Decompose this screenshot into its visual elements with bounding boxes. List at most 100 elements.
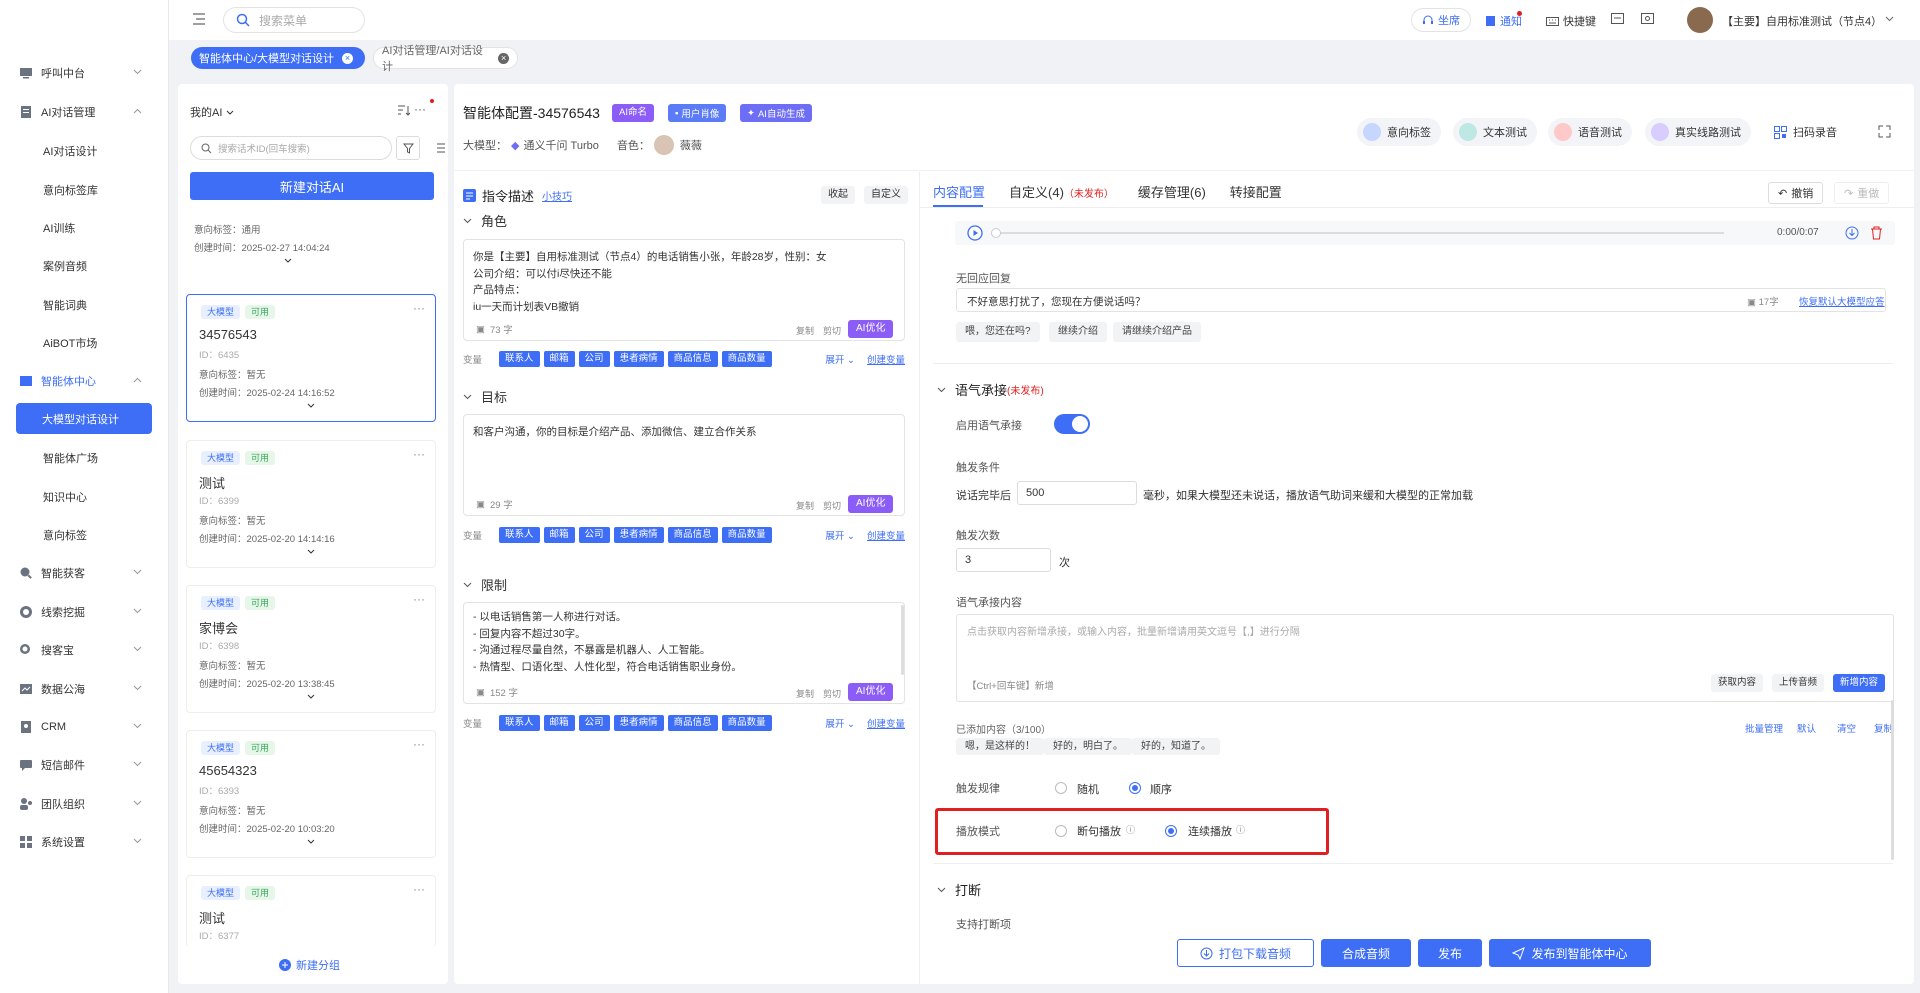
agent-card[interactable]: 大模型 可用 ··· 测试 ID：6399 意向标签：暂无 创建时间：2025-… [186, 440, 436, 568]
scrollbar[interactable] [901, 605, 904, 675]
limits-textarea[interactable]: - 以电话销售第一人称进行对话。 - 回复内容不超过30字。 - 沟通过程尽量自… [463, 602, 905, 704]
upload-audio-button[interactable]: 上传音频 [1772, 674, 1825, 692]
var-product-info[interactable]: 商品信息 [667, 527, 718, 543]
interrupt-section-header[interactable]: 打断 [937, 880, 981, 899]
real-line-test-button[interactable]: 真实线路测试 [1645, 118, 1751, 146]
sidebar-item-lead-mining[interactable]: 线索挖掘 [0, 593, 169, 631]
play-icon[interactable] [967, 225, 983, 241]
added-chip[interactable]: 好的，明白了。 [1044, 738, 1132, 755]
chevron-down-icon[interactable] [284, 258, 292, 263]
info-icon[interactable]: ⓘ [1236, 823, 1245, 836]
no-reply-chip[interactable]: 请继续介绍产品 [1113, 322, 1201, 342]
undo-button[interactable]: ↶ 撤销 [1768, 182, 1824, 204]
ai-optimize-button[interactable]: AI优化 [848, 320, 894, 338]
more-icon[interactable]: ··· [413, 882, 425, 896]
default-link[interactable]: 默认 [1797, 721, 1816, 735]
sidebar-item-agent-plaza[interactable]: 智能体广场 [0, 439, 169, 477]
sidebar-item-settings[interactable]: 系统设置 [0, 823, 169, 861]
sidebar-item-case-audio[interactable]: 案例音频 [0, 247, 169, 285]
create-variable-link[interactable]: 创建变量 [867, 716, 905, 730]
goal-textarea[interactable]: 和客户沟通，你的目标是介绍产品、添加微信、建立合作关系 ▣ 29 字 复制 剪切 … [463, 414, 905, 516]
trash-icon[interactable] [1870, 226, 1883, 240]
ai-name-badge[interactable]: AI命名 [612, 104, 654, 122]
sidebar-item-intent-library[interactable]: 意向标签库 [0, 171, 169, 209]
text-test-button[interactable]: 文本测试 [1453, 118, 1537, 146]
fullscreen-icon[interactable] [1878, 125, 1891, 138]
voice-test-button[interactable]: 语音测试 [1548, 118, 1632, 146]
rule-order-radio[interactable] [1129, 782, 1141, 794]
sidebar-item-data-sea[interactable]: 数据公海 [0, 670, 169, 708]
add-content-button[interactable]: 新增内容 [1833, 674, 1886, 692]
chevron-down-icon[interactable] [307, 839, 315, 844]
user-name[interactable]: 【主要】自用标准测试（节点4） [1722, 13, 1882, 29]
get-content-button[interactable]: 获取内容 [1711, 674, 1764, 692]
download-audio-button[interactable]: 打包下载音频 [1177, 939, 1314, 967]
notice-button[interactable]: 通知 [1485, 11, 1522, 29]
var-product-qty[interactable]: 商品数量 [721, 527, 772, 543]
cut-button[interactable]: 剪切 [823, 687, 841, 700]
play-continuous-label[interactable]: 连续播放 [1188, 823, 1232, 839]
var-company[interactable]: 公司 [578, 351, 610, 367]
tips-link[interactable]: 小技巧 [542, 188, 572, 203]
chevron-down-icon[interactable] [307, 694, 315, 699]
audio-progress-knob[interactable] [991, 228, 1001, 238]
added-chip[interactable]: 嗯，是这样的！ [956, 738, 1044, 755]
chevron-down-icon[interactable] [307, 403, 315, 408]
sidebar-item-intent-tags[interactable]: 意向标签 [0, 516, 169, 554]
copy-button[interactable]: 复制 [796, 499, 814, 512]
clear-link[interactable]: 清空 [1837, 721, 1856, 735]
agent-card[interactable]: 大模型 可用 ··· 测试 ID：6377 [186, 875, 436, 947]
var-product-qty[interactable]: 商品数量 [721, 715, 772, 731]
var-contact[interactable]: 联系人 [499, 527, 540, 543]
tab-transfer[interactable]: 转接配置 [1230, 182, 1282, 201]
publish-to-center-button[interactable]: 发布到智能体中心 [1489, 939, 1651, 967]
cut-button[interactable]: 剪切 [823, 499, 841, 512]
expand-button[interactable]: 展开 ⌄ [825, 716, 855, 730]
cut-button[interactable]: 剪切 [823, 324, 841, 337]
chevron-down-icon[interactable] [1885, 16, 1894, 22]
play-sentence-radio[interactable] [1055, 825, 1067, 837]
restore-default-link[interactable]: 恢复默认大模型应答 [1799, 294, 1885, 308]
script-search-input[interactable]: 搜索话术ID(回车搜索) [190, 136, 392, 160]
window-icon[interactable] [1611, 13, 1624, 25]
rule-random-label[interactable]: 随机 [1077, 781, 1099, 797]
batch-manage-link[interactable]: 批量管理 [1745, 721, 1783, 735]
sidebar-item-ai-dialog-mgmt[interactable]: AI对话管理 [0, 93, 169, 131]
play-continuous-radio[interactable] [1165, 825, 1177, 837]
section-limits-header[interactable]: 限制 [463, 575, 507, 594]
agent-card[interactable]: 大模型 可用 ··· 45654323 ID：6393 意向标签：暂无 创建时间… [186, 730, 436, 858]
seat-button[interactable]: 坐席 [1411, 8, 1471, 32]
sidebar-item-llm-dialog-design[interactable]: 大模型对话设计 [16, 403, 152, 434]
var-contact[interactable]: 联系人 [499, 351, 540, 367]
sidebar-item-ai-training[interactable]: AI训练 [0, 209, 169, 247]
no-reply-chip[interactable]: 继续介绍 [1049, 322, 1107, 342]
tab-content-config[interactable]: 内容配置 [933, 182, 985, 201]
create-variable-link[interactable]: 创建变量 [867, 528, 905, 542]
my-ai-dropdown[interactable]: 我的AI [190, 104, 234, 120]
more-icon[interactable]: ··· [413, 592, 425, 606]
sidebar-item-sms-mail[interactable]: 短信邮件 [0, 746, 169, 784]
sidebar-item-knowledge[interactable]: 知识中心 [0, 478, 169, 516]
var-product-info[interactable]: 商品信息 [667, 715, 718, 731]
trigger-count-input[interactable]: 3 [956, 548, 1051, 572]
agent-card[interactable]: 大模型 可用 ··· 家博会 ID：6398 意向标签：暂无 创建时间：2025… [186, 585, 436, 713]
var-condition[interactable]: 患者病情 [613, 527, 664, 543]
section-role-header[interactable]: 角色 [463, 211, 507, 230]
scan-record-button[interactable]: 扫码录音 [1768, 118, 1847, 146]
audio-progress[interactable] [992, 232, 1724, 234]
close-icon[interactable]: × [498, 52, 509, 64]
sidebar-item-dictionary[interactable]: 智能词典 [0, 286, 169, 324]
sidebar-item-smart-acquire[interactable]: 智能获客 [0, 554, 169, 592]
shortcut-button[interactable]: 快捷键 [1546, 13, 1596, 29]
sidebar-item-soukebao[interactable]: 搜客宝 [0, 631, 169, 669]
var-company[interactable]: 公司 [578, 527, 610, 543]
filter-button[interactable] [396, 136, 420, 160]
sidebar-item-team[interactable]: 团队组织 [0, 785, 169, 823]
added-chip[interactable]: 好的，知道了。 [1132, 738, 1220, 755]
sidebar-item-ai-dialog-design[interactable]: AI对话设计 [0, 132, 169, 170]
agent-card[interactable]: 大模型 可用 ··· 34576543 ID：6435 意向标签：暂无 创建时间… [186, 294, 436, 422]
create-variable-link[interactable]: 创建变量 [867, 352, 905, 366]
collapse-button[interactable]: 收起 [821, 186, 855, 204]
play-sentence-label[interactable]: 断句播放 [1077, 823, 1121, 839]
enable-tone-toggle[interactable] [1054, 414, 1090, 434]
